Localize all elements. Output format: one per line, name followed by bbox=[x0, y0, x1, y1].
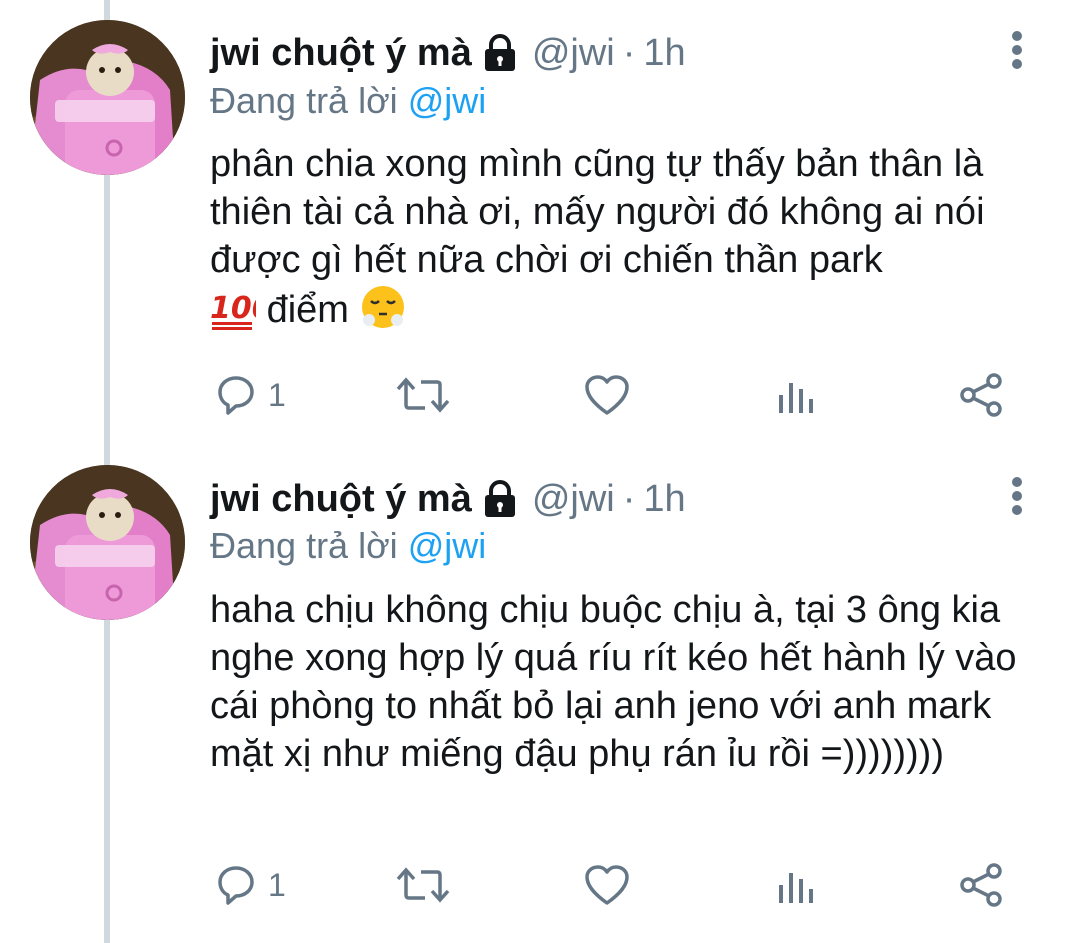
analytics-button[interactable] bbox=[775, 855, 819, 915]
face-with-steam-emoji bbox=[360, 284, 406, 342]
lock-icon bbox=[482, 479, 518, 519]
timestamp[interactable]: 1h bbox=[643, 478, 685, 521]
tweet[interactable]: jwi chuột ý mà @jwi · 1h Đang trả lời @j… bbox=[0, 0, 1080, 450]
more-vertical-icon[interactable] bbox=[1004, 476, 1030, 516]
replying-to: Đang trả lời @jwi bbox=[210, 525, 486, 567]
analytics-icon bbox=[779, 873, 813, 903]
display-name[interactable]: jwi chuột ý mà bbox=[210, 32, 472, 75]
tweet-actions: 1 bbox=[0, 365, 1080, 425]
replying-to-handle[interactable]: @jwi bbox=[408, 80, 487, 121]
reply-icon bbox=[218, 376, 254, 415]
replying-to-label: Đang trả lời bbox=[210, 80, 398, 121]
handle[interactable]: @jwi bbox=[532, 32, 615, 75]
tweet-text: phân chia xong mình cũng tự thấy bản thâ… bbox=[210, 140, 1050, 342]
avatar[interactable] bbox=[30, 465, 185, 620]
share-button[interactable] bbox=[958, 855, 1006, 915]
reply-count: 1 bbox=[268, 376, 286, 413]
share-icon bbox=[960, 373, 1002, 417]
lock-icon bbox=[482, 33, 518, 73]
display-name[interactable]: jwi chuột ý mà bbox=[210, 478, 472, 521]
separator-dot: · bbox=[622, 477, 636, 520]
separator-dot: · bbox=[622, 31, 636, 74]
tweet-text: haha chịu không chịu buộc chịu à, tại 3 … bbox=[210, 586, 1050, 778]
tweet[interactable]: jwi chuột ý mà @jwi · 1h Đang trả lời @j… bbox=[0, 450, 1080, 943]
retweet-icon bbox=[396, 377, 450, 413]
tweet-text-suffix: điểm bbox=[266, 289, 349, 331]
retweet-button[interactable] bbox=[395, 855, 451, 915]
svg-text:100: 100 bbox=[210, 291, 256, 326]
reply-button[interactable]: 1 bbox=[214, 365, 286, 425]
tweet-text-main: phân chia xong mình cũng tự thấy bản thâ… bbox=[210, 143, 985, 281]
retweet-icon bbox=[396, 867, 450, 903]
tweet-header: jwi chuột ý mà @jwi · 1h bbox=[210, 28, 686, 78]
replying-to: Đang trả lời @jwi bbox=[210, 80, 486, 122]
reply-button[interactable]: 1 bbox=[214, 855, 286, 915]
replying-to-handle[interactable]: @jwi bbox=[408, 525, 487, 566]
hundred-points-emoji: 100 bbox=[210, 286, 273, 342]
share-icon bbox=[960, 863, 1002, 907]
heart-icon bbox=[585, 865, 629, 905]
analytics-button[interactable] bbox=[775, 365, 819, 425]
heart-icon bbox=[585, 375, 629, 415]
tweet-header: jwi chuột ý mà @jwi · 1h bbox=[210, 474, 686, 524]
handle[interactable]: @jwi bbox=[532, 478, 615, 521]
timestamp[interactable]: 1h bbox=[643, 32, 685, 75]
avatar[interactable] bbox=[30, 20, 185, 175]
like-button[interactable] bbox=[583, 365, 631, 425]
like-button[interactable] bbox=[583, 855, 631, 915]
tweet-text-main: haha chịu không chịu buộc chịu à, tại 3 … bbox=[210, 589, 1017, 775]
share-button[interactable] bbox=[958, 365, 1006, 425]
replying-to-label: Đang trả lời bbox=[210, 525, 398, 566]
retweet-button[interactable] bbox=[395, 365, 451, 425]
analytics-icon bbox=[779, 383, 813, 413]
tweet-actions: 1 bbox=[0, 855, 1080, 915]
reply-icon bbox=[218, 866, 254, 905]
reply-count: 1 bbox=[268, 866, 286, 903]
more-vertical-icon[interactable] bbox=[1004, 30, 1030, 70]
